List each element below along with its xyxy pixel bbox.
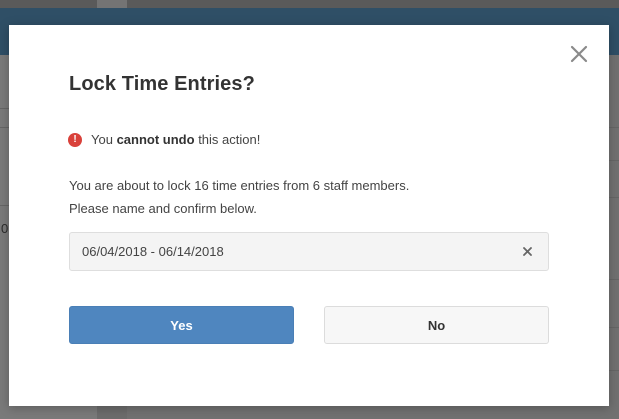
date-range-field bbox=[69, 232, 549, 271]
app-divider bbox=[609, 197, 619, 198]
app-divider bbox=[609, 160, 619, 161]
date-range-input[interactable] bbox=[70, 233, 502, 270]
clear-date-button[interactable] bbox=[521, 245, 534, 258]
dialog-description: You are about to lock 16 time entries fr… bbox=[69, 174, 409, 220]
app-top-bar bbox=[0, 0, 619, 8]
description-line: Please name and confirm below. bbox=[69, 201, 257, 216]
app-divider bbox=[609, 279, 619, 280]
clear-icon bbox=[523, 247, 532, 256]
warning-emphasis: cannot undo bbox=[116, 132, 195, 147]
warning-message: ! You cannot undo this action! bbox=[68, 132, 260, 147]
lock-time-entries-dialog: Lock Time Entries? ! You cannot undo thi… bbox=[9, 25, 609, 406]
app-top-bar-segment bbox=[97, 0, 127, 8]
description-line: You are about to lock 16 time entries fr… bbox=[69, 178, 410, 193]
no-button[interactable]: No bbox=[324, 306, 549, 344]
yes-button[interactable]: Yes bbox=[69, 306, 294, 344]
app-divider bbox=[609, 127, 619, 128]
app-divider bbox=[609, 327, 619, 328]
close-button[interactable] bbox=[568, 43, 590, 65]
close-icon bbox=[570, 45, 588, 63]
dialog-title: Lock Time Entries? bbox=[69, 73, 255, 95]
warning-suffix: this action! bbox=[198, 132, 261, 147]
app-divider bbox=[609, 370, 619, 371]
warning-prefix: You bbox=[91, 132, 113, 147]
exclamation-circle-icon: ! bbox=[68, 132, 82, 147]
background-cell-text: 0 bbox=[1, 221, 9, 236]
